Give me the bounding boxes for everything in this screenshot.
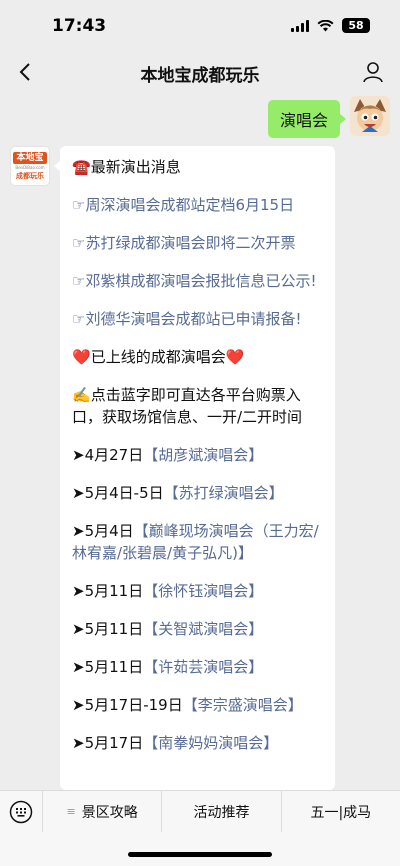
concert-item: ➤5月11日【许茹芸演唱会】: [72, 656, 323, 678]
online-concerts-title-text: 已上线的成都演唱会: [90, 348, 226, 366]
submenu-icon: ≡: [66, 805, 76, 818]
user-avatar[interactable]: [350, 96, 390, 136]
concert-item: ➤5月4日【巅峰现场演唱会（王力宏/林宥嘉/张碧晨/黄子弘凡)】: [72, 520, 323, 564]
menu-mayday-marathon[interactable]: 五一|成马: [280, 790, 400, 833]
user-message-row: 演唱会: [267, 96, 390, 138]
bendibao-logo-text: 本地宝: [13, 152, 47, 164]
status-time: 17:43: [52, 16, 107, 36]
concert-date: ➤5月4日: [72, 522, 134, 540]
news-link[interactable]: ☞邓紫棋成都演唱会报批信息已公示!: [72, 270, 323, 292]
concert-item: ➤5月11日【徐怀钰演唱会】: [72, 580, 323, 602]
hint-text: ✍️点击蓝字即可直达各平台购票入口，获取场馆信息、一开/二开时间: [72, 384, 323, 428]
menu-label: 活动推荐: [193, 804, 250, 821]
hint-text-body: 点击蓝字即可直达各平台购票入口，获取场馆信息、一开/二开时间: [72, 386, 303, 426]
nav-bar: 本地宝成都玩乐: [0, 50, 400, 94]
heart-icon: ❤️: [225, 348, 245, 366]
concert-link[interactable]: 【徐怀钰演唱会】: [143, 582, 263, 600]
cartoon-avatar-icon: [350, 96, 390, 136]
profile-button[interactable]: [358, 57, 388, 87]
menu-activity-recommend[interactable]: 活动推荐: [161, 790, 280, 833]
telephone-icon: ☎️: [72, 158, 91, 176]
concert-link[interactable]: 【许茹芸演唱会】: [143, 658, 263, 676]
keyboard-icon: [9, 800, 33, 823]
news-link[interactable]: ☞刘德华演唱会成都站已申请报备!: [72, 308, 323, 330]
concert-link[interactable]: 【关智斌演唱会】: [143, 620, 263, 638]
menu-label: 景区攻略: [81, 804, 138, 821]
concert-item: ➤5月4日-5日【苏打绿演唱会】: [72, 482, 323, 504]
chat-area[interactable]: 演唱会 本地宝 BenDiBao.com 成都玩乐 ☎️最新演出消息 ☞周深演唱…: [0, 94, 400, 790]
bottom-menu-bar: ≡ 景区攻略 活动推荐 五一|成马: [0, 790, 400, 833]
bot-avatar[interactable]: 本地宝 BenDiBao.com 成都玩乐: [10, 146, 50, 186]
bendibao-logo-sub: BenDiBao.com: [15, 165, 45, 170]
writing-hand-icon: ✍️: [72, 386, 91, 404]
menu-label: 五一|成马: [310, 804, 372, 821]
concert-date: ➤5月17日-19日: [72, 696, 183, 714]
person-icon: [363, 62, 383, 83]
news-link[interactable]: ☞周深演唱会成都站定档6月15日: [72, 194, 323, 216]
concert-item: ➤5月17日【南拳妈妈演唱会】: [72, 732, 323, 754]
home-indicator[interactable]: [128, 852, 272, 857]
concert-date: ➤5月11日: [72, 582, 144, 600]
concert-link[interactable]: 【南拳妈妈演唱会】: [143, 734, 278, 752]
heart-icon: ❤️: [72, 348, 91, 366]
bot-message-bubble: ☎️最新演出消息 ☞周深演唱会成都站定档6月15日 ☞苏打绿成都演唱会即将二次开…: [54, 146, 335, 790]
user-message-bubble[interactable]: 演唱会: [267, 100, 347, 138]
concert-item: ➤5月11日【关智斌演唱会】: [72, 618, 323, 640]
concert-item: ➤4月27日【胡彦斌演唱会】: [72, 444, 323, 466]
bot-message-row: 本地宝 BenDiBao.com 成都玩乐 ☎️最新演出消息 ☞周深演唱会成都站…: [10, 146, 335, 790]
concert-item: ➤5月17日-19日【李宗盛演唱会】: [72, 694, 323, 716]
status-bar: 17:43 58: [0, 0, 400, 50]
menu-scenic-guide[interactable]: ≡ 景区攻略: [42, 790, 161, 833]
news-link[interactable]: ☞苏打绿成都演唱会即将二次开票: [72, 232, 323, 254]
concert-link[interactable]: 【苏打绿演唱会】: [164, 484, 284, 502]
keyboard-toggle-button[interactable]: [0, 791, 42, 833]
concert-date: ➤5月4日-5日: [72, 484, 164, 502]
home-area: [0, 832, 400, 866]
battery-icon: 58: [342, 18, 370, 33]
bendibao-logo-city: 成都玩乐: [16, 172, 44, 180]
concert-date: ➤5月11日: [72, 658, 144, 676]
news-header: ☎️最新演出消息: [72, 156, 323, 178]
news-header-text: 最新演出消息: [90, 158, 181, 176]
concert-date: ➤5月17日: [72, 734, 144, 752]
cellular-signal-icon: [291, 19, 309, 32]
concert-link[interactable]: 【李宗盛演唱会】: [183, 696, 303, 714]
concert-date: ➤5月11日: [72, 620, 144, 638]
status-icons: 58: [291, 18, 370, 33]
online-concerts-title: ❤️已上线的成都演唱会❤️: [72, 346, 323, 368]
concert-link[interactable]: 【胡彦斌演唱会】: [143, 446, 263, 464]
wifi-icon: [317, 19, 334, 31]
page-title: 本地宝成都玩乐: [140, 66, 260, 86]
concert-date: ➤4月27日: [72, 446, 144, 464]
